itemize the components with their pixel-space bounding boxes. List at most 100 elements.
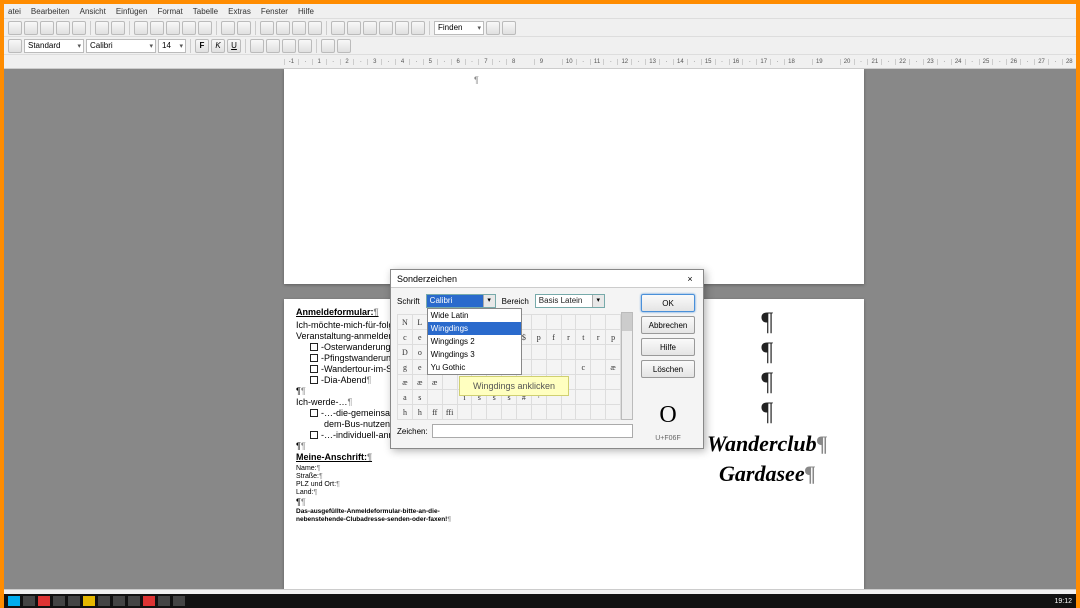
- menu-item[interactable]: Ansicht: [80, 7, 106, 16]
- spellcheck-icon[interactable]: [134, 21, 148, 35]
- char-cell[interactable]: f: [546, 330, 561, 345]
- char-cell[interactable]: g: [398, 360, 413, 375]
- char-cell[interactable]: N: [398, 315, 413, 330]
- char-cell[interactable]: æ: [606, 360, 621, 375]
- align-center-icon[interactable]: [266, 39, 280, 53]
- taskbar-item[interactable]: [173, 596, 185, 606]
- find-input[interactable]: Finden: [434, 21, 484, 35]
- char-cell[interactable]: c: [576, 360, 591, 375]
- highlight-icon[interactable]: [337, 39, 351, 53]
- taskbar-item[interactable]: [68, 596, 80, 606]
- undo-icon[interactable]: [221, 21, 235, 35]
- underline-button[interactable]: U: [227, 39, 241, 53]
- close-icon[interactable]: ×: [683, 274, 697, 284]
- taskbar-item[interactable]: [128, 596, 140, 606]
- char-cell[interactable]: e: [412, 330, 427, 345]
- style-combo[interactable]: Standard: [24, 39, 84, 53]
- area-combo[interactable]: Basis Latein ▾: [535, 294, 605, 308]
- dropdown-item[interactable]: Wingdings 3: [428, 348, 521, 361]
- char-cell[interactable]: [546, 405, 561, 420]
- scrollbar-thumb[interactable]: [622, 313, 632, 331]
- taskbar-item[interactable]: [23, 596, 35, 606]
- ok-button[interactable]: OK: [641, 294, 695, 312]
- char-cell[interactable]: ff: [427, 405, 442, 420]
- char-cell[interactable]: h: [398, 405, 413, 420]
- record-icon[interactable]: [331, 21, 345, 35]
- char-cell[interactable]: [561, 360, 576, 375]
- italic-button[interactable]: K: [211, 39, 225, 53]
- chevron-down-icon[interactable]: ▾: [592, 295, 604, 307]
- taskbar-item[interactable]: [38, 596, 50, 606]
- pdf-icon[interactable]: [72, 21, 86, 35]
- bold-button[interactable]: F: [195, 39, 209, 53]
- char-cell[interactable]: [502, 405, 517, 420]
- dropdown-item[interactable]: Wingdings 2: [428, 335, 521, 348]
- gallery-icon[interactable]: [379, 21, 393, 35]
- size-combo[interactable]: 14: [158, 39, 186, 53]
- save-icon[interactable]: [40, 21, 54, 35]
- dropdown-item[interactable]: Yu Gothic: [428, 361, 521, 374]
- menu-item[interactable]: Tabelle: [193, 7, 218, 16]
- char-cell[interactable]: s: [412, 390, 427, 405]
- font-combo[interactable]: Calibri: [86, 39, 156, 53]
- char-cell[interactable]: [606, 390, 621, 405]
- char-cell[interactable]: [576, 390, 591, 405]
- menu-item[interactable]: Hilfe: [298, 7, 314, 16]
- char-cell[interactable]: [531, 360, 546, 375]
- char-cell[interactable]: a: [398, 390, 413, 405]
- nonprinting-icon[interactable]: [347, 21, 361, 35]
- char-cell[interactable]: [516, 405, 531, 420]
- align-left-icon[interactable]: [250, 39, 264, 53]
- taskbar-item[interactable]: [53, 596, 65, 606]
- char-cell[interactable]: [531, 315, 546, 330]
- image-icon[interactable]: [292, 21, 306, 35]
- char-cell[interactable]: p: [531, 330, 546, 345]
- cancel-button[interactable]: Abbrechen: [641, 316, 695, 334]
- char-cell[interactable]: [531, 405, 546, 420]
- delete-button[interactable]: Löschen: [641, 360, 695, 378]
- align-right-icon[interactable]: [282, 39, 296, 53]
- clock[interactable]: 19:12: [1054, 598, 1072, 605]
- char-cell[interactable]: [442, 375, 457, 390]
- menu-item[interactable]: atei: [8, 7, 21, 16]
- taskbar-item[interactable]: [143, 596, 155, 606]
- menu-item[interactable]: Bearbeiten: [31, 7, 70, 16]
- char-cell[interactable]: æ: [427, 375, 442, 390]
- font-color-icon[interactable]: [321, 39, 335, 53]
- mail-icon[interactable]: [56, 21, 70, 35]
- preview-icon[interactable]: [111, 21, 125, 35]
- char-cell[interactable]: [591, 375, 606, 390]
- char-cell[interactable]: [487, 405, 502, 420]
- char-cell[interactable]: æ: [398, 375, 413, 390]
- char-cell[interactable]: r: [591, 330, 606, 345]
- char-cell[interactable]: e: [412, 360, 427, 375]
- help-button[interactable]: Hilfe: [641, 338, 695, 356]
- char-cell[interactable]: [442, 390, 457, 405]
- start-icon[interactable]: [8, 596, 20, 606]
- char-cell[interactable]: [576, 315, 591, 330]
- open-icon[interactable]: [24, 21, 38, 35]
- char-cell[interactable]: [576, 345, 591, 360]
- chart-icon[interactable]: [308, 21, 322, 35]
- char-cell[interactable]: [531, 345, 546, 360]
- zeichen-input[interactable]: [432, 424, 633, 438]
- styles-icon[interactable]: [8, 39, 22, 53]
- char-cell[interactable]: [561, 405, 576, 420]
- char-cell[interactable]: æ: [412, 375, 427, 390]
- char-cell[interactable]: [591, 315, 606, 330]
- menu-item[interactable]: Extras: [228, 7, 251, 16]
- char-cell[interactable]: p: [606, 330, 621, 345]
- char-cell[interactable]: [427, 390, 442, 405]
- taskbar-item[interactable]: [83, 596, 95, 606]
- char-cell[interactable]: [457, 405, 472, 420]
- menu-item[interactable]: Format: [157, 7, 182, 16]
- char-cell[interactable]: [591, 345, 606, 360]
- char-cell[interactable]: [606, 375, 621, 390]
- char-cell[interactable]: L: [412, 315, 427, 330]
- char-cell[interactable]: [561, 315, 576, 330]
- char-cell[interactable]: r: [561, 330, 576, 345]
- char-cell[interactable]: [561, 345, 576, 360]
- char-cell[interactable]: [591, 390, 606, 405]
- taskbar-item[interactable]: [98, 596, 110, 606]
- char-cell[interactable]: [606, 345, 621, 360]
